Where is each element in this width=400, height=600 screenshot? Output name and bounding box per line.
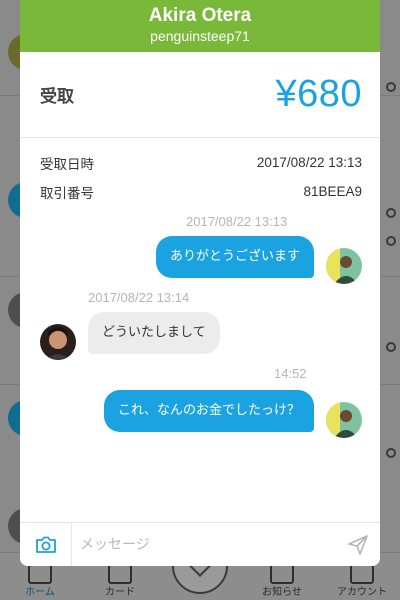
modal-header: Akira Otera penguinsteep71 xyxy=(20,0,380,52)
message-timestamp: 14:52 xyxy=(274,366,307,381)
message-input[interactable] xyxy=(72,524,336,565)
received-date-row: 受取日時 2017/08/22 13:13 xyxy=(40,148,362,177)
background-tab-card: カード xyxy=(105,587,135,598)
message-timestamp: 2017/08/22 13:13 xyxy=(186,214,288,229)
my-avatar xyxy=(326,402,362,438)
contact-user-id: penguinsteep71 xyxy=(150,28,250,44)
my-avatar xyxy=(326,248,362,284)
camera-icon xyxy=(35,536,56,553)
bell-icon xyxy=(270,564,294,584)
background-indicator xyxy=(386,82,396,92)
background-indicator xyxy=(386,342,396,352)
background-indicator xyxy=(386,208,396,218)
transaction-number-label: 取引番号 xyxy=(40,185,94,201)
amount-section: 受取 ¥680 xyxy=(20,52,380,138)
background-tab-home: ホーム xyxy=(25,587,55,598)
transaction-detail-modal: Akira Otera penguinsteep71 受取 ¥680 受取日時 … xyxy=(20,0,380,566)
card-icon xyxy=(108,564,132,584)
transaction-number-row: 取引番号 81BEEA9 xyxy=(40,177,362,206)
message-bubble-sent[interactable]: これ、なんのお金でしたっけ？ xyxy=(103,390,314,432)
transaction-amount: ¥680 xyxy=(275,73,362,115)
transaction-type-label: 受取 xyxy=(40,87,74,106)
received-date-label: 受取日時 xyxy=(40,156,94,172)
chat-thread[interactable]: 2017/08/22 13:13 ありがとうございます 2017/08/22 1… xyxy=(20,206,380,507)
message-bubble-received[interactable]: どういたしまして xyxy=(88,312,220,354)
contact-avatar-icon xyxy=(40,324,76,360)
home-icon xyxy=(28,564,52,584)
send-button[interactable] xyxy=(336,523,380,567)
account-icon xyxy=(350,564,374,584)
user-avatar-icon xyxy=(326,248,362,284)
camera-button[interactable] xyxy=(20,522,72,566)
send-icon xyxy=(348,534,368,555)
transaction-number-value: 81BEEA9 xyxy=(303,184,362,199)
message-timestamp: 2017/08/22 13:14 xyxy=(88,290,190,305)
contact-name: Akira Otera xyxy=(148,5,252,26)
contact-avatar xyxy=(40,324,76,360)
received-date-value: 2017/08/22 13:13 xyxy=(256,155,362,170)
background-indicator xyxy=(386,236,396,246)
transaction-info: 受取日時 2017/08/22 13:13 取引番号 81BEEA9 xyxy=(20,138,380,206)
user-avatar-icon xyxy=(326,402,362,438)
background-indicator xyxy=(386,448,396,458)
message-bubble-sent[interactable]: ありがとうございます xyxy=(155,236,314,278)
background-tab-notifications: お知らせ xyxy=(262,587,302,598)
background-tab-account: アカウント xyxy=(337,587,387,598)
message-composer xyxy=(20,522,380,566)
